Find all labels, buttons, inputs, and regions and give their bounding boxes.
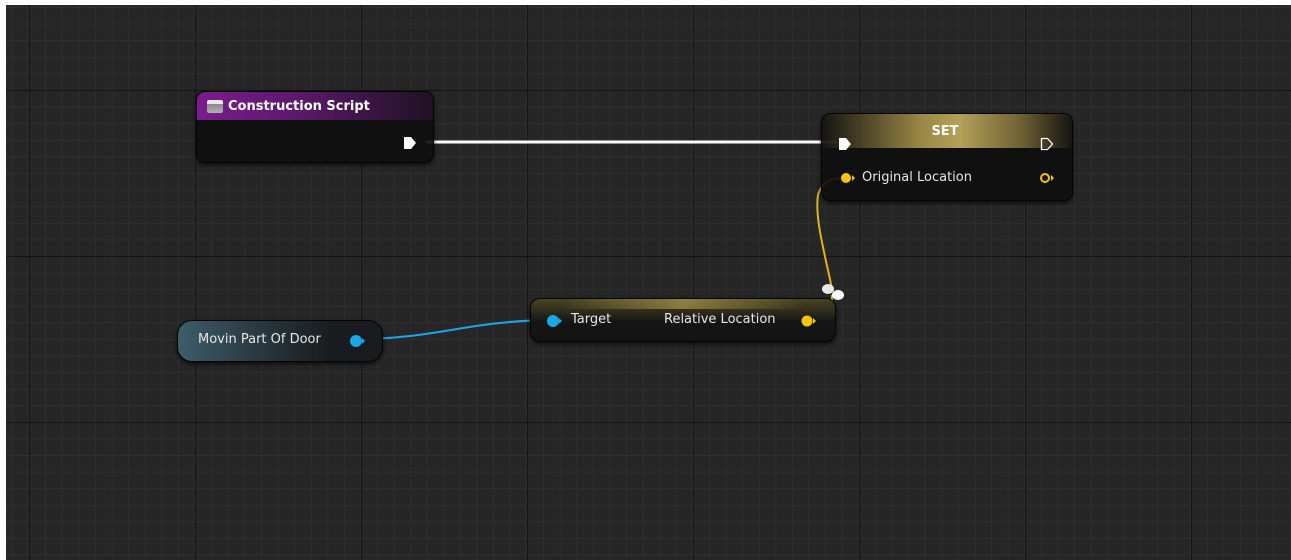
object-output-pin-icon[interactable] [349,334,365,348]
construction-script-node[interactable]: Construction Script [196,91,434,163]
construction-script-header: Construction Script [197,92,433,120]
set-pin-label: Original Location [862,170,972,185]
construction-script-title: Construction Script [228,98,370,114]
object-wire[interactable] [356,319,552,340]
exec-input-pin-icon[interactable] [838,137,852,151]
function-icon [207,99,223,113]
relative-location-node[interactable]: Target Relative Location [530,298,836,342]
target-pin-label: Target [571,312,612,327]
vector-output-pin-icon[interactable] [801,315,817,327]
set-node[interactable]: SET Original Location [821,113,1073,201]
blueprint-graph-canvas[interactable]: Construction Script SET Original Locatio… [6,5,1291,560]
variable-get-node[interactable]: Movin Part Of Door [177,320,383,362]
vector-input-pin-icon[interactable] [840,172,856,184]
variable-name-label: Movin Part Of Door [198,332,321,347]
vector-output-pin-icon[interactable] [1039,172,1055,184]
wires-layer [356,140,845,340]
set-node-header: SET [822,114,1072,148]
exec-output-pin-icon[interactable] [1040,137,1054,151]
set-node-title: SET [931,123,959,139]
relative-location-label: Relative Location [664,312,776,327]
object-input-pin-icon[interactable] [546,314,562,328]
exec-pin-icon[interactable] [403,136,417,150]
